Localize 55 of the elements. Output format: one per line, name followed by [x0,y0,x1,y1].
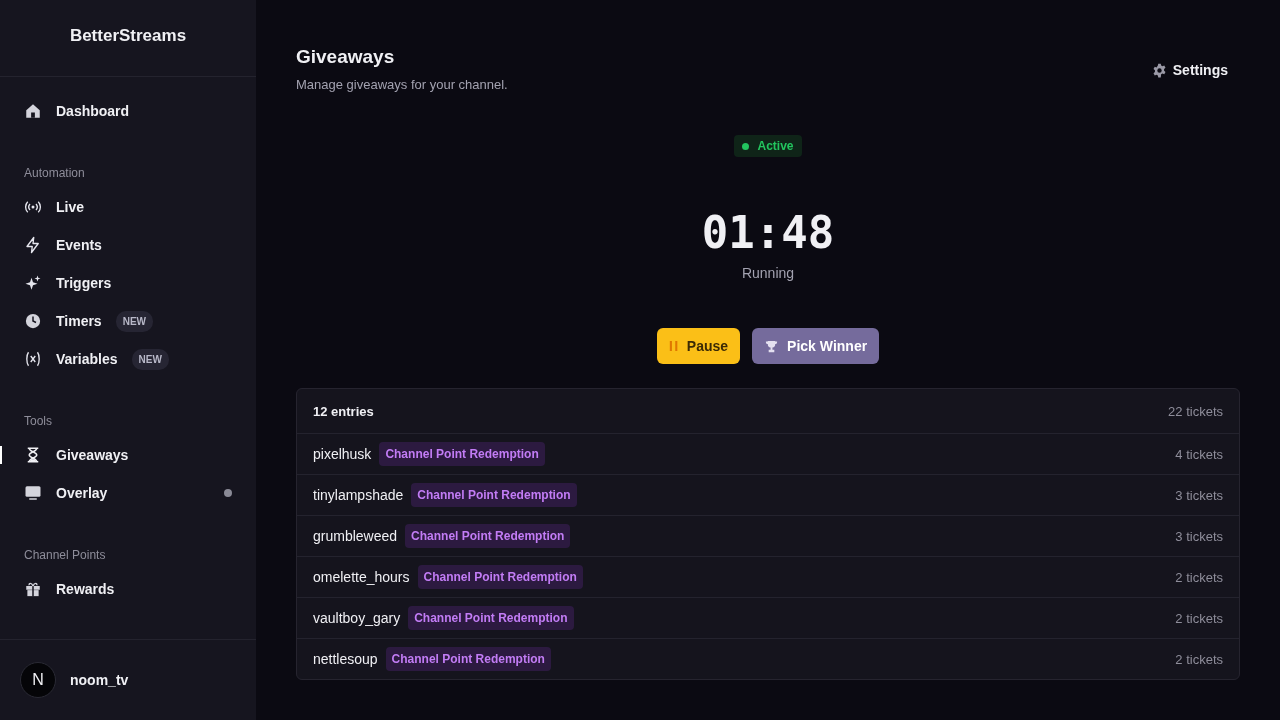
home-icon [24,102,42,120]
sidebar-item[interactable]: Triggers [0,264,256,302]
clock-icon [24,312,42,330]
app-logo: BetterStreams [69,26,187,46]
ticket-count: 2 tickets [1175,651,1223,667]
status-badge: Active [734,135,802,157]
page-subtitle: Manage giveaways for your channel. [296,77,508,92]
source-tag: Channel Point Redemption [408,606,574,630]
total-tickets: 22 tickets [1168,403,1223,419]
source-tag: Channel Point Redemption [379,442,545,466]
new-badge: NEW [115,310,153,332]
ticket-count: 3 tickets [1175,487,1223,503]
page-title: Giveaways [296,46,396,68]
source-tag: Channel Point Redemption [411,483,577,507]
trophy-icon [764,338,780,354]
section-heading: Channel Points [23,547,107,564]
ticket-count: 4 tickets [1175,446,1223,462]
sidebar-item[interactable]: Events [0,226,256,264]
ticket-count: 2 tickets [1175,569,1223,585]
pause-icon [668,340,679,352]
ticket-count: 2 tickets [1175,610,1223,626]
sidebar-item[interactable]: Dashboard [0,92,256,130]
sidebar-item[interactable]: Rewards [0,570,256,608]
sidebar-item[interactable]: Live [0,188,256,226]
pick-winner-button[interactable]: Pick Winner [752,328,880,364]
sidebar-item[interactable]: Timers NEW [0,302,256,340]
sidebar-item[interactable]: Giveaways [0,436,256,474]
settings-button[interactable]: Settings [1149,58,1230,82]
sidebar-item[interactable]: Variables NEW [0,340,256,378]
entrant-name: omelette_hours [313,569,410,585]
variable-icon [24,350,42,368]
entrant-name: nettlesoup [313,651,378,667]
source-tag: Channel Point Redemption [417,565,583,589]
entrant-name: grumbleweed [313,528,398,544]
entrant-name: tinylampshade [313,487,404,503]
source-tag: Channel Point Redemption [405,524,571,548]
entrant-name: vaultboy_gary [313,610,401,626]
user-avatar[interactable]: N [20,662,56,698]
new-badge: NEW [131,348,169,370]
lightning-icon [24,236,42,254]
sparkles-icon [24,274,42,292]
ticket-count: 3 tickets [1175,528,1223,544]
section-heading: Tools [23,413,53,430]
sidebar-item[interactable]: Overlay [0,474,256,512]
source-tag: Channel Point Redemption [385,647,551,671]
entrant-name: pixelhusk [313,446,372,462]
settings-icon [1151,62,1167,78]
pause-button[interactable]: Pause [656,328,741,364]
monitor-icon [24,484,42,502]
countdown-timer: 01:48 [701,211,835,255]
timer-status: Running [741,265,795,281]
section-heading: Automation [23,165,86,182]
gift-icon [24,580,42,598]
user-name: noom_tv [70,672,129,688]
entries-count: 12 entries [313,403,374,419]
